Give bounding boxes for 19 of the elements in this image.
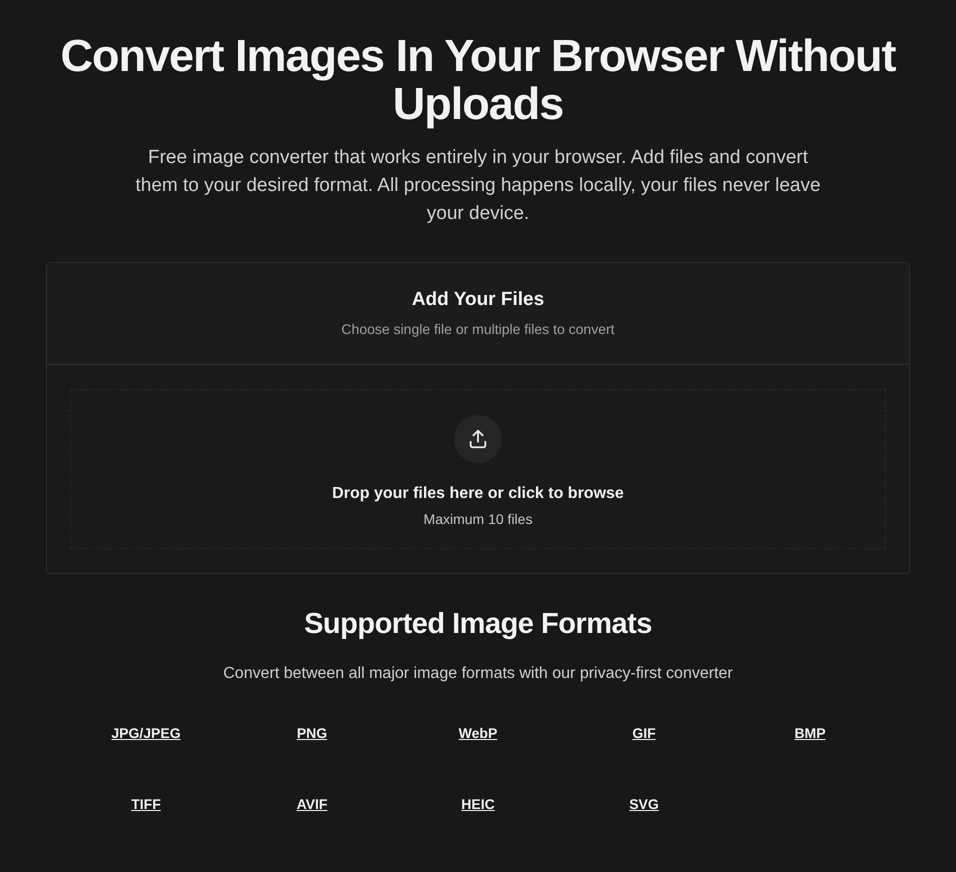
- page-description: Free image converter that works entirely in your browser. Add files and convert them to your desired format. All processing happens locally, your files never leave your device.: [134, 146, 822, 226]
- format-link[interactable]: JPG/JPEG: [111, 725, 181, 741]
- format-link[interactable]: BMP: [794, 725, 826, 741]
- page-title: Convert Images In Your Browser Without Uploads: [59, 32, 897, 128]
- format-link[interactable]: PNG: [296, 725, 328, 741]
- section-subtitle: Convert between all major image formats with our privacy-first converter: [223, 665, 733, 683]
- format-link[interactable]: SVG: [629, 796, 659, 812]
- dropzone-text: Drop your files here or click to browse: [332, 485, 624, 503]
- dropzone-hint: Maximum 10 files: [424, 511, 532, 527]
- card-subtitle: Choose single file or multiple files to convert: [341, 321, 615, 337]
- upload-icon: [454, 415, 502, 463]
- section-title: Supported Image Formats: [304, 608, 652, 641]
- format-link[interactable]: GIF: [632, 725, 656, 741]
- format-link[interactable]: TIFF: [131, 796, 161, 812]
- dropzone[interactable]: Drop your files here or click to browse Maximum 10 files: [70, 389, 886, 549]
- format-link[interactable]: AVIF: [296, 796, 328, 812]
- card-title: Add Your Files: [412, 289, 544, 311]
- format-link[interactable]: HEIC: [461, 796, 495, 812]
- format-link[interactable]: WebP: [458, 725, 498, 741]
